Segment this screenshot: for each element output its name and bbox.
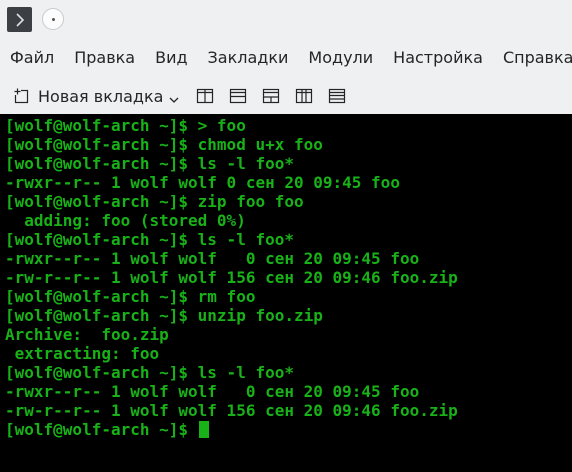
menu-view[interactable]: Вид: [155, 46, 187, 70]
pin-window-button[interactable]: [42, 8, 64, 30]
terminal-line: [wolf@wolf-arch ~]$ unzip foo.zip: [5, 306, 323, 325]
terminal-cursor: [198, 421, 209, 438]
terminal-line: -rwxr--r-- 1 wolf wolf 0 сен 20 09:45 fo…: [5, 382, 420, 401]
new-tab-button[interactable]: Новая вкладка: [13, 87, 179, 106]
terminal-line: -rw-r--r-- 1 wolf wolf 156 сен 20 09:46 …: [5, 268, 458, 287]
new-tab-label: Новая вкладка: [38, 86, 164, 106]
pin-icon: [51, 17, 55, 21]
split-top-bottom-icon[interactable]: [229, 87, 247, 105]
terminal-line: [wolf@wolf-arch ~]$ chmod u+x foo: [5, 135, 323, 154]
title-bar: [0, 0, 572, 38]
split-left-right-icon[interactable]: [196, 87, 214, 105]
terminal-line: [wolf@wolf-arch ~]$ rm foo: [5, 287, 256, 306]
close-split-left-right-icon[interactable]: [295, 87, 313, 105]
toolbar: Новая вкладка: [0, 83, 346, 109]
terminal-line: [wolf@wolf-arch ~]$ ls -l foo*: [5, 230, 294, 249]
terminal-line: -rwxr--r-- 1 wolf wolf 0 сен 20 09:45 fo…: [5, 173, 400, 192]
terminal-line: [wolf@wolf-arch ~]$ > foo: [5, 116, 246, 135]
split-auto-icon[interactable]: [262, 87, 280, 105]
terminal-line: [wolf@wolf-arch ~]$ ls -l foo*: [5, 154, 294, 173]
terminal-line: -rw-r--r-- 1 wolf wolf 156 сен 20 09:46 …: [5, 401, 458, 420]
terminal-line: -rwxr--r-- 1 wolf wolf 0 сен 20 09:45 fo…: [5, 249, 420, 268]
terminal-output[interactable]: [wolf@wolf-arch ~]$ > foo [wolf@wolf-arc…: [0, 114, 572, 472]
new-tab-icon: [14, 88, 29, 104]
terminal-line: extracting: foo: [5, 344, 160, 363]
menu-bookmarks[interactable]: Закладки: [208, 46, 289, 70]
window-chrome: Файл Правка Вид Закладки Модули Настройк…: [0, 0, 572, 114]
terminal-app-icon[interactable]: [7, 7, 32, 32]
terminal-prompt: [wolf@wolf-arch ~]$: [5, 420, 198, 439]
menu-plugins[interactable]: Модули: [308, 46, 373, 70]
terminal-prompt-line: [wolf@wolf-arch ~]$: [5, 420, 572, 439]
menu-bar: Файл Правка Вид Закладки Модули Настройк…: [0, 46, 572, 70]
menu-file[interactable]: Файл: [10, 46, 54, 70]
menu-help[interactable]: Справка: [503, 46, 572, 70]
terminal-line: [wolf@wolf-arch ~]$ ls -l foo*: [5, 363, 294, 382]
terminal-line: [wolf@wolf-arch ~]$ zip foo foo: [5, 192, 304, 211]
terminal-line: Archive: foo.zip: [5, 325, 169, 344]
chevron-down-icon[interactable]: [169, 96, 179, 104]
terminal-line: adding: foo (stored 0%): [5, 211, 246, 230]
close-split-top-bottom-icon[interactable]: [328, 87, 346, 105]
menu-edit[interactable]: Правка: [74, 46, 135, 70]
menu-settings[interactable]: Настройка: [393, 46, 483, 70]
